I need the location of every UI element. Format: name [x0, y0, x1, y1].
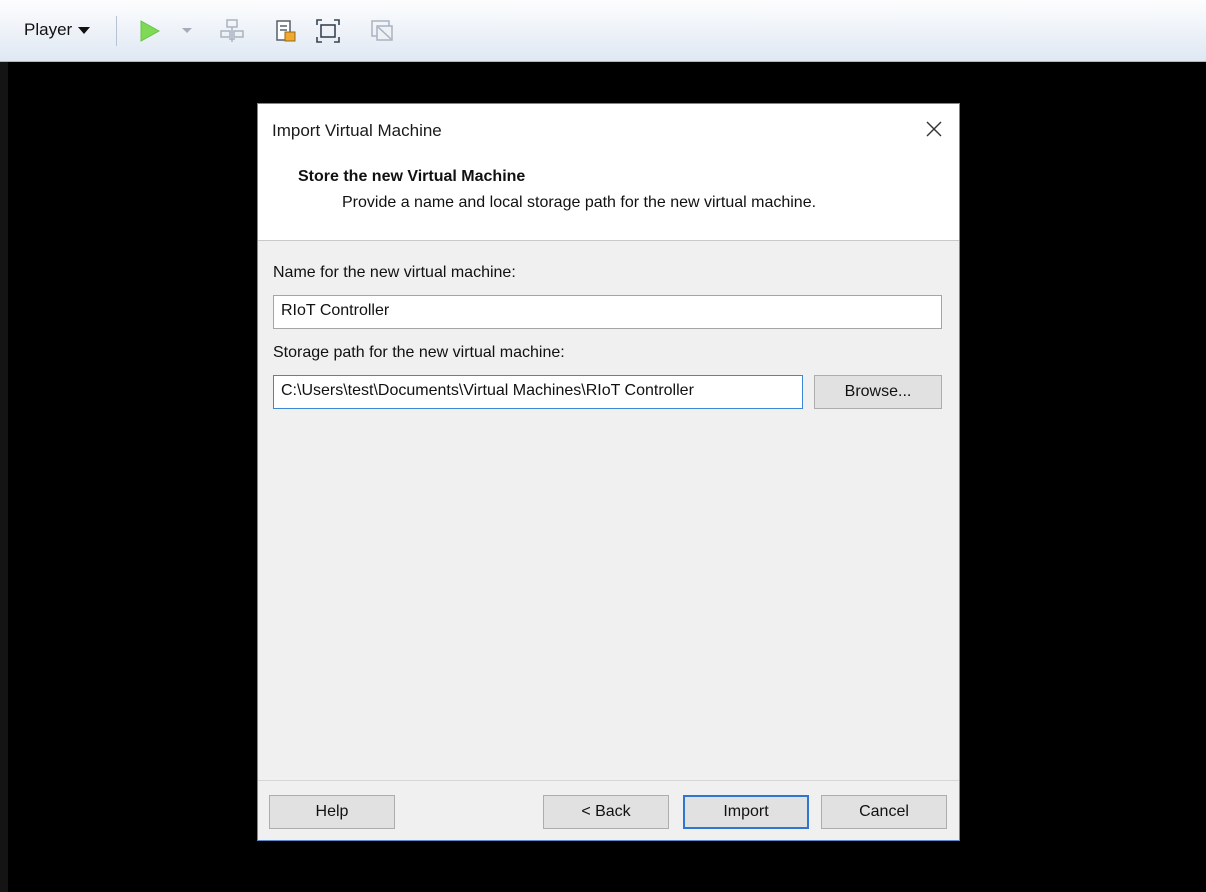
browse-button[interactable]: Browse... [814, 375, 942, 409]
chevron-down-icon [78, 27, 91, 34]
import-vm-dialog: Import Virtual Machine Store the new Vir… [257, 103, 960, 841]
path-label: Storage path for the new virtual machine… [273, 344, 565, 361]
unity-icon[interactable] [369, 18, 395, 44]
dialog-header: Import Virtual Machine Store the new Vir… [258, 104, 959, 241]
step-description: Provide a name and local storage path fo… [342, 194, 817, 211]
fullscreen-icon[interactable] [315, 18, 341, 44]
play-dropdown-icon[interactable] [182, 28, 192, 33]
toolbar-separator [116, 16, 117, 46]
name-input[interactable]: RIoT Controller [273, 295, 942, 329]
dialog-title: Import Virtual Machine [272, 121, 442, 140]
player-menu-label: Player [24, 20, 73, 39]
network-icon[interactable] [219, 18, 245, 44]
back-button[interactable]: < Back [543, 795, 669, 829]
player-menu-button[interactable]: Player [24, 20, 91, 40]
import-button[interactable]: Import [683, 795, 809, 829]
help-button[interactable]: Help [269, 795, 395, 829]
name-label: Name for the new virtual machine: [273, 264, 516, 281]
path-input[interactable]: C:\Users\test\Documents\Virtual Machines… [273, 375, 803, 409]
player-toolbar: Player [0, 0, 1206, 62]
close-icon[interactable] [921, 116, 947, 142]
play-icon[interactable] [136, 18, 162, 44]
vm-screen-edge [0, 62, 8, 892]
cancel-button[interactable]: Cancel [821, 795, 947, 829]
removable-devices-icon[interactable] [273, 18, 299, 44]
footer-divider [258, 780, 959, 781]
step-title: Store the new Virtual Machine [298, 168, 526, 185]
